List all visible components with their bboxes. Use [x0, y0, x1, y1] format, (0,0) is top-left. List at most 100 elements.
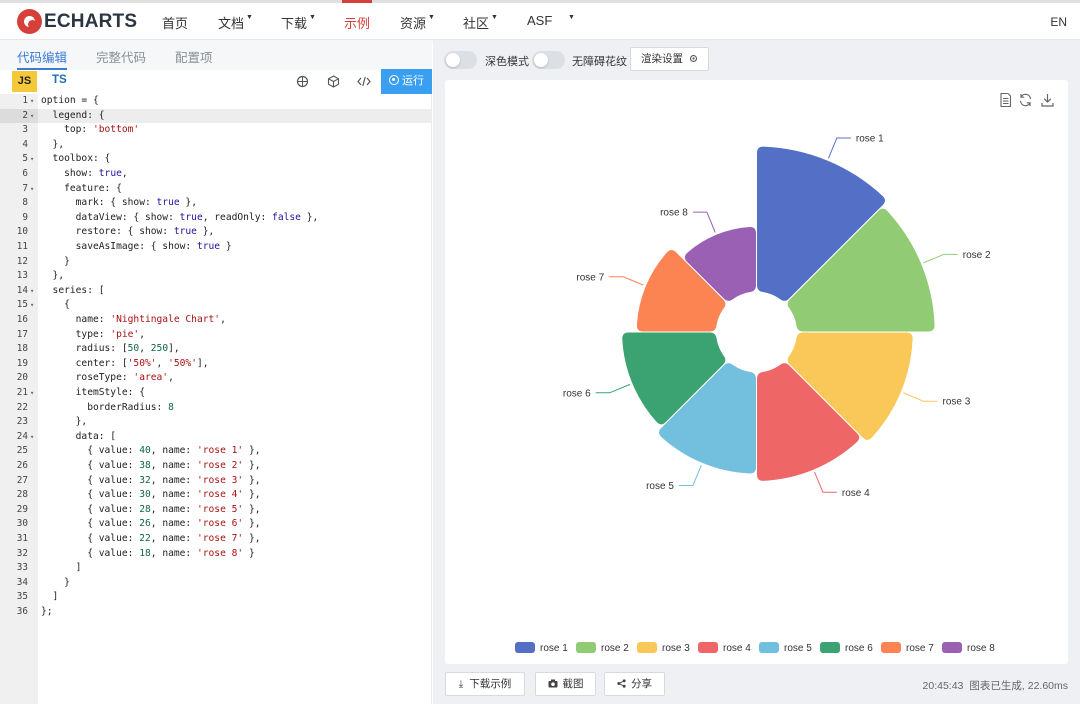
- code-text: toolbox: {: [41, 153, 111, 165]
- code-line[interactable]: 24 ▾ data: [: [0, 430, 432, 445]
- tab-full-code[interactable]: 完整代码: [96, 47, 146, 66]
- code-text: itemStyle: {: [41, 387, 145, 398]
- data-view-icon[interactable]: [1000, 92, 1012, 108]
- code-line[interactable]: 2 ▾ legend: {: [0, 109, 432, 124]
- code-line[interactable]: 32 { value: 18, name: 'rose 8' }: [0, 547, 432, 562]
- legend-item-1[interactable]: rose 1: [515, 642, 568, 654]
- code-text: };: [41, 606, 53, 617]
- line-number: 11: [16, 241, 28, 252]
- code-line[interactable]: 21 ▾ itemStyle: {: [0, 386, 432, 401]
- render-settings-button[interactable]: 渲染设置: [630, 47, 709, 71]
- code-line[interactable]: 27 { value: 32, name: 'rose 3' },: [0, 474, 432, 489]
- code-line[interactable]: 8 mark: { show: true },: [0, 196, 432, 211]
- code-line[interactable]: 13 },: [0, 269, 432, 284]
- code-line[interactable]: 12 }: [0, 255, 432, 270]
- legend-item-5[interactable]: rose 5: [759, 642, 812, 654]
- code-line[interactable]: 5 ▾ toolbox: {: [0, 152, 432, 167]
- code-text: legend: {: [41, 109, 105, 121]
- dark-mode-toggle[interactable]: [444, 51, 477, 69]
- share-icon: [617, 679, 626, 688]
- chart-legend: rose 1 rose 2 rose 3 rose 4 rose 5 rose 6 rose…: [515, 642, 995, 654]
- code-line[interactable]: 20 roseType: 'area',: [0, 371, 432, 386]
- cube-icon[interactable]: [326, 75, 340, 89]
- a11y-pattern-toggle[interactable]: [532, 51, 565, 69]
- legend-label: rose 8: [967, 643, 995, 654]
- echarts-logo[interactable]: ECHARTS: [17, 9, 137, 34]
- code-line[interactable]: 16 name: 'Nightingale Chart',: [0, 313, 432, 328]
- fold-arrow-icon[interactable]: ▾: [30, 152, 34, 167]
- code-text: { value: 30, name: 'rose 4' },: [41, 489, 261, 501]
- code-line[interactable]: 30 { value: 26, name: 'rose 6' },: [0, 517, 432, 532]
- language-switch[interactable]: EN: [1050, 15, 1067, 29]
- fold-arrow-icon[interactable]: ▾: [30, 386, 34, 401]
- code-line[interactable]: 11 saveAsImage: { show: true }: [0, 240, 432, 255]
- nav-item-2[interactable]: 下载: [281, 13, 307, 32]
- code-line[interactable]: 23 },: [0, 415, 432, 430]
- code-line[interactable]: 9 dataView: { show: true, readOnly: fals…: [0, 211, 432, 226]
- code-line[interactable]: 17 type: 'pie',: [0, 328, 432, 343]
- fold-arrow-icon[interactable]: ▾: [30, 284, 34, 299]
- run-button[interactable]: 运行: [381, 69, 432, 94]
- format-icon[interactable]: [295, 75, 309, 89]
- code-line[interactable]: 19 center: ['50%', '50%'],: [0, 357, 432, 372]
- code-area[interactable]: 1 ▾ option = {2 ▾ legend: {3 top: 'bottom' 4…: [0, 94, 432, 704]
- code-line[interactable]: 1 ▾ option = {: [0, 94, 432, 109]
- code-line[interactable]: 7 ▾ feature: {: [0, 182, 432, 197]
- screenshot-button[interactable]: 截图: [535, 672, 596, 696]
- legend-item-8[interactable]: rose 8: [942, 642, 995, 654]
- code-line[interactable]: 34 }: [0, 576, 432, 591]
- code-line[interactable]: 31 { value: 22, name: 'rose 7' },: [0, 532, 432, 547]
- fold-arrow-icon[interactable]: ▾: [30, 430, 34, 445]
- line-number: 8: [22, 197, 28, 209]
- legend-item-3[interactable]: rose 3: [637, 642, 690, 654]
- tab-options[interactable]: 配置项: [175, 47, 213, 66]
- code-line[interactable]: 10 restore: { show: true },: [0, 225, 432, 240]
- fold-arrow-icon[interactable]: ▾: [30, 182, 34, 197]
- legend-item-2[interactable]: rose 2: [576, 642, 629, 654]
- nav-item-1[interactable]: 文档: [218, 13, 244, 32]
- code-text: { value: 28, name: 'rose 5' },: [41, 503, 261, 515]
- ts-toggle[interactable]: TS: [52, 74, 67, 86]
- code-line[interactable]: 26 { value: 38, name: 'rose 2' },: [0, 459, 432, 474]
- code-line[interactable]: 6 show: true,: [0, 167, 432, 182]
- code-text: },: [41, 138, 65, 150]
- save-as-image-icon[interactable]: [1041, 94, 1054, 107]
- code-line[interactable]: 4 },: [0, 138, 432, 153]
- line-number: 6: [22, 168, 28, 179]
- restore-icon[interactable]: [1019, 93, 1032, 107]
- nav-item-5[interactable]: 社区: [463, 13, 489, 32]
- code-line[interactable]: 33 ]: [0, 561, 432, 576]
- code-line[interactable]: 18 radius: [50, 250],: [0, 342, 432, 357]
- code-icon[interactable]: [357, 75, 371, 89]
- nav-item-4[interactable]: 资源: [400, 13, 426, 32]
- legend-item-4[interactable]: rose 4: [698, 642, 751, 654]
- fold-arrow-icon[interactable]: ▾: [30, 109, 34, 124]
- fold-arrow-icon[interactable]: ▾: [30, 298, 34, 313]
- nav-item-0[interactable]: 首页: [162, 13, 188, 32]
- legend-item-7[interactable]: rose 7: [881, 642, 934, 654]
- nav-item-6[interactable]: ASF: [527, 13, 552, 28]
- download-example-button[interactable]: ⤓ 下载示例: [445, 672, 525, 696]
- code-line[interactable]: 35 ]: [0, 590, 432, 605]
- legend-label: rose 6: [845, 643, 873, 654]
- label-line-7: [609, 276, 644, 286]
- code-line[interactable]: 22 borderRadius: 8: [0, 401, 432, 416]
- legend-item-6[interactable]: rose 6: [820, 642, 873, 654]
- code-line[interactable]: 25 { value: 40, name: 'rose 1' },: [0, 444, 432, 459]
- tab-code-edit[interactable]: 代码编辑: [17, 47, 68, 70]
- code-line[interactable]: 14 ▾ series: [: [0, 284, 432, 299]
- nav-item-3[interactable]: 示例: [341, 0, 373, 32]
- code-line[interactable]: 15 ▾ {: [0, 298, 432, 313]
- code-text: center: ['50%', '50%'],: [41, 357, 209, 369]
- share-button[interactable]: 分享: [604, 672, 665, 696]
- fold-arrow-icon[interactable]: ▾: [30, 94, 34, 109]
- code-line[interactable]: 36};: [0, 605, 432, 620]
- code-line[interactable]: 29 { value: 28, name: 'rose 5' },: [0, 503, 432, 518]
- legend-swatch: [576, 642, 596, 653]
- line-number: 17: [16, 328, 28, 340]
- code-line[interactable]: 28 { value: 30, name: 'rose 4' },: [0, 488, 432, 503]
- code-text: series: [: [41, 284, 105, 296]
- code-line[interactable]: 3 top: 'bottom': [0, 123, 432, 138]
- js-toggle[interactable]: JS: [12, 71, 37, 92]
- line-number: 3: [22, 124, 28, 136]
